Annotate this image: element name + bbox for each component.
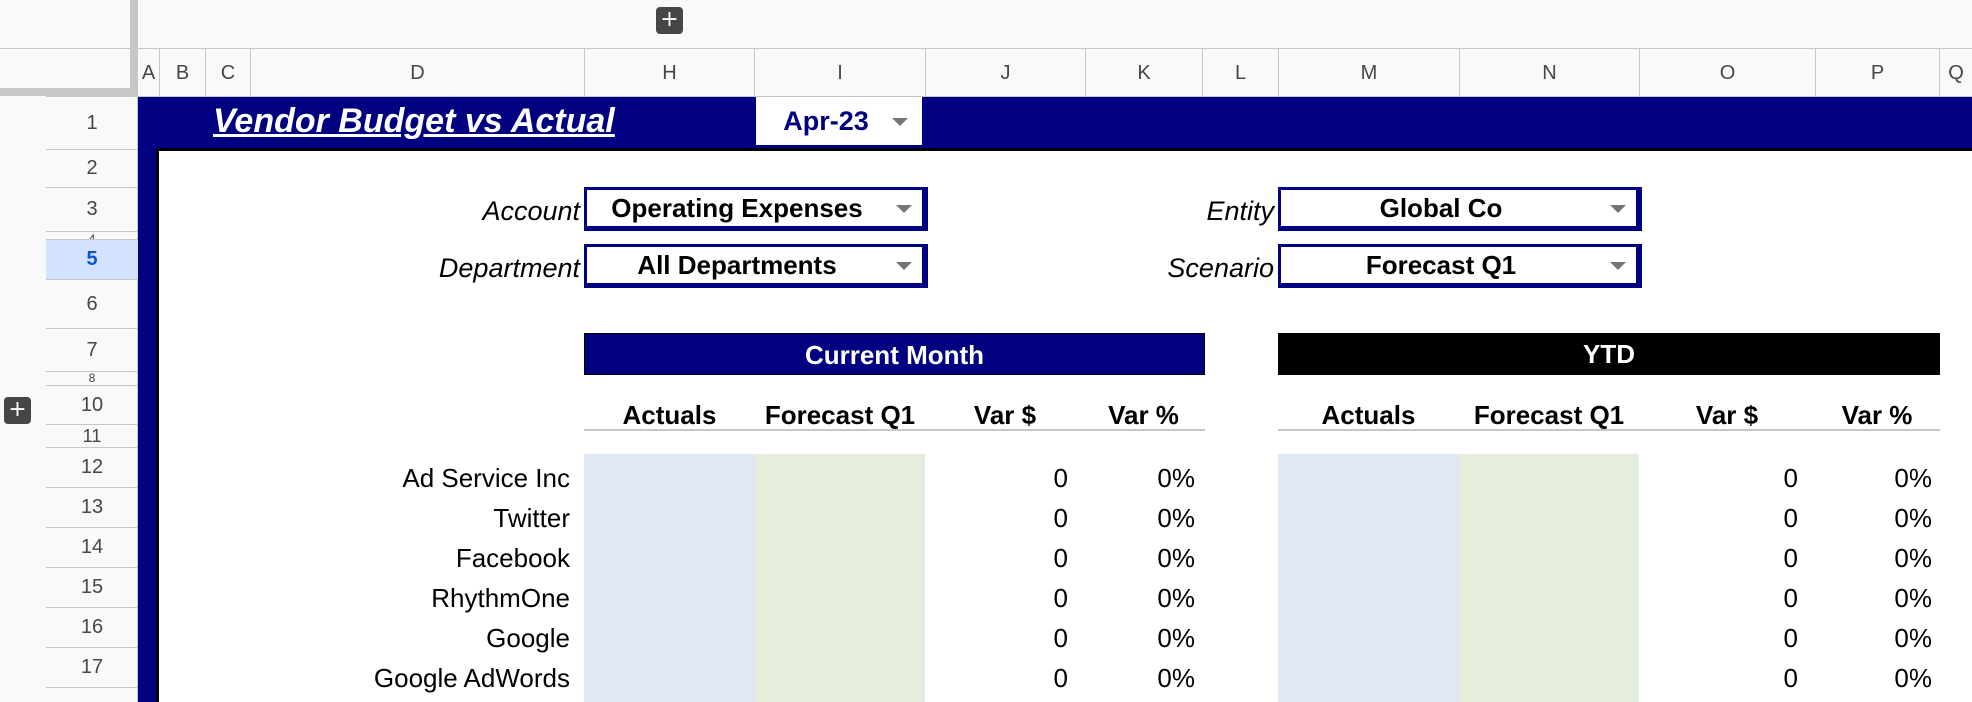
ytd-var-pct: 0% [1894,583,1932,613]
column-header-a[interactable]: A [138,49,160,97]
row-header-13[interactable]: 13 [46,488,138,528]
cm-forecast-input-range[interactable] [755,454,925,702]
cm-var-dollar: 0 [1053,503,1068,533]
cm-var-pct: 0% [1157,543,1195,573]
ytd-heading-rule [1278,429,1940,431]
column-header-bar: A B C D H I J K L M N O P Q [46,49,1972,97]
row-header-5[interactable]: 5 [46,240,138,280]
month-value: Apr-23 [783,106,869,136]
cm-heading-rule [584,429,1205,431]
vendor-name: Twitter [493,503,570,533]
scenario-label: Scenario [1167,253,1274,283]
row-header-8[interactable]: 8 [46,372,138,386]
vendor-name: Google [486,623,570,653]
column-header-q[interactable]: Q [1940,49,1972,97]
scenario-value: Forecast Q1 [1365,249,1517,280]
entity-label: Entity [1206,196,1274,226]
column-header-i[interactable]: I [755,49,926,97]
row-header-3[interactable]: 3 [46,188,138,232]
cm-var-dollar: 0 [1053,583,1068,613]
ytd-var-pct: 0% [1894,543,1932,573]
cm-var-pct: 0% [1157,463,1195,493]
ytd-var-dollar: 0 [1783,583,1798,613]
row-header-6[interactable]: 6 [46,280,138,329]
ytd-var-pct: 0% [1894,663,1932,693]
column-header-h[interactable]: H [585,49,755,97]
scenario-dropdown[interactable]: Forecast Q1 [1278,244,1642,288]
column-header-b[interactable]: B [160,49,206,97]
cm-var-pct: 0% [1157,583,1195,613]
column-header-n[interactable]: N [1460,49,1640,97]
report-title: Vendor Budget vs Actual [213,102,615,140]
cm-var-dollar: 0 [1053,463,1068,493]
row-header-10[interactable]: 10 [46,386,138,425]
row-header-17[interactable]: 17 [46,648,138,688]
vendor-name: Google AdWords [373,663,570,693]
entity-dropdown[interactable]: Global Co [1278,187,1642,231]
vendor-name: RhythmOne [431,583,570,613]
vendor-name: Facebook [455,543,570,573]
department-dropdown[interactable]: All Departments [584,244,928,288]
caret-down-icon [896,205,912,213]
column-header-p[interactable]: P [1816,49,1940,97]
row-header-16[interactable]: 16 [46,608,138,648]
column-header-o[interactable]: O [1640,49,1816,97]
freeze-row-handle[interactable] [0,88,138,96]
entity-value: Global Co [1379,192,1503,223]
current-month-header: Current Month [584,333,1205,375]
vendor-name: Ad Service Inc [402,463,570,493]
ytd-header: YTD [1278,333,1940,375]
caret-down-icon [892,118,908,126]
column-header-d[interactable]: D [251,49,585,97]
ytd-var-dollar: 0 [1783,463,1798,493]
row-header-11[interactable]: 11 [46,425,138,448]
add-row-plus-icon[interactable]: + [4,397,31,424]
cm-actuals-input-range[interactable] [584,454,755,702]
row-header-15[interactable]: 15 [46,568,138,608]
row-header-bar: 1 2 3 4 5 6 7 8 10 11 12 13 14 15 16 17 [46,97,138,702]
formula-area [0,0,1972,49]
ytd-forecast-input-range[interactable] [1459,454,1639,702]
account-label: Account [482,196,580,226]
row-header-1[interactable]: 1 [46,97,138,150]
column-header-m[interactable]: M [1279,49,1460,97]
column-header-l[interactable]: L [1203,49,1279,97]
row-header-7[interactable]: 7 [46,329,138,372]
ytd-actuals-input-range[interactable] [1278,454,1459,702]
row-header-4[interactable]: 4 [46,232,138,240]
row-header-14[interactable]: 14 [46,528,138,568]
cm-var-dollar: 0 [1053,543,1068,573]
department-label: Department [438,253,580,283]
ytd-var-dollar: 0 [1783,503,1798,533]
caret-down-icon [1610,262,1626,270]
cm-var-dollar: 0 [1053,663,1068,693]
ytd-var-pct: 0% [1894,463,1932,493]
caret-down-icon [896,262,912,270]
month-dropdown[interactable]: Apr-23 [756,97,922,145]
add-column-plus-icon[interactable]: + [656,7,683,34]
cm-var-pct: 0% [1157,503,1195,533]
ytd-var-dollar: 0 [1783,623,1798,653]
cm-var-pct: 0% [1157,623,1195,653]
account-dropdown[interactable]: Operating Expenses [584,187,928,231]
row-header-2[interactable]: 2 [46,150,138,188]
ytd-var-dollar: 0 [1783,663,1798,693]
column-header-c[interactable]: C [206,49,251,97]
freeze-column-handle[interactable] [130,0,138,92]
ytd-var-pct: 0% [1894,503,1932,533]
ytd-var-pct: 0% [1894,623,1932,653]
account-value: Operating Expenses [611,192,863,223]
row-header-12[interactable]: 12 [46,448,138,488]
ytd-var-dollar: 0 [1783,543,1798,573]
cm-var-dollar: 0 [1053,623,1068,653]
column-header-k[interactable]: K [1086,49,1203,97]
caret-down-icon [1610,205,1626,213]
department-value: All Departments [637,249,837,280]
column-header-j[interactable]: J [926,49,1086,97]
cm-var-pct: 0% [1157,663,1195,693]
